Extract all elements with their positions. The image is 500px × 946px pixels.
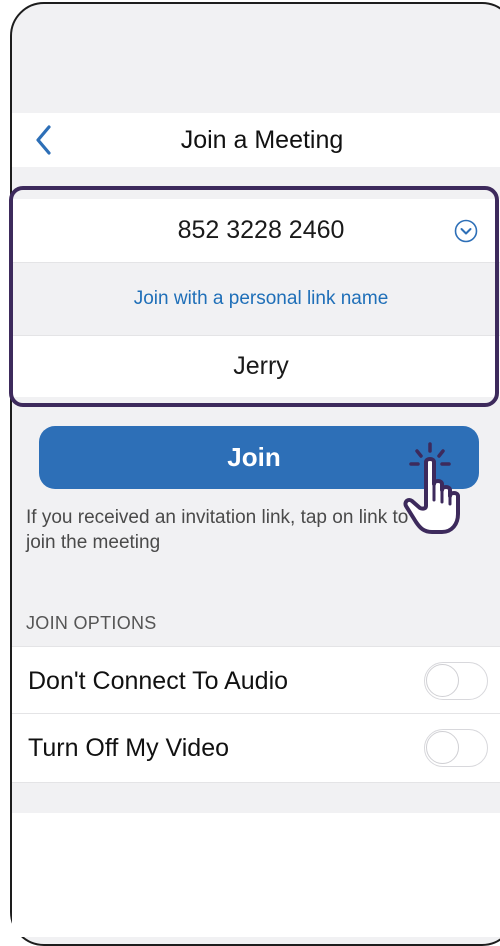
option-row-dont-connect-audio: Don't Connect To Audio (12, 646, 500, 714)
app-screen: Join a Meeting Join with a personal link… (0, 0, 500, 946)
personal-link-row: Join with a personal link name (12, 263, 500, 335)
top-navigation-bar: Join a Meeting (12, 113, 500, 167)
meeting-history-dropdown-button[interactable] (454, 219, 478, 243)
option-label-dont-connect-audio: Don't Connect To Audio (28, 667, 289, 695)
display-name-input[interactable] (12, 336, 500, 397)
invitation-hint-text: If you received an invitation link, tap … (26, 507, 409, 553)
join-options-section-label: JOIN OPTIONS (26, 613, 157, 633)
bottom-blank-area (12, 813, 500, 937)
join-with-personal-link-name-link[interactable]: Join with a personal link name (12, 263, 500, 335)
toggle-knob (426, 664, 459, 697)
meeting-id-row (12, 199, 500, 263)
display-name-row (12, 335, 500, 397)
page-title: Join a Meeting (180, 126, 344, 154)
turn-off-video-toggle[interactable] (424, 729, 488, 767)
meeting-id-input[interactable] (12, 199, 500, 262)
join-button[interactable]: Join (39, 426, 479, 489)
dont-connect-audio-toggle[interactable] (424, 662, 488, 700)
option-label-turn-off-video: Turn Off My Video (28, 734, 230, 762)
option-row-turn-off-video: Turn Off My Video (12, 714, 500, 783)
chevron-down-circle-icon (454, 219, 478, 243)
toggle-knob (426, 731, 459, 764)
